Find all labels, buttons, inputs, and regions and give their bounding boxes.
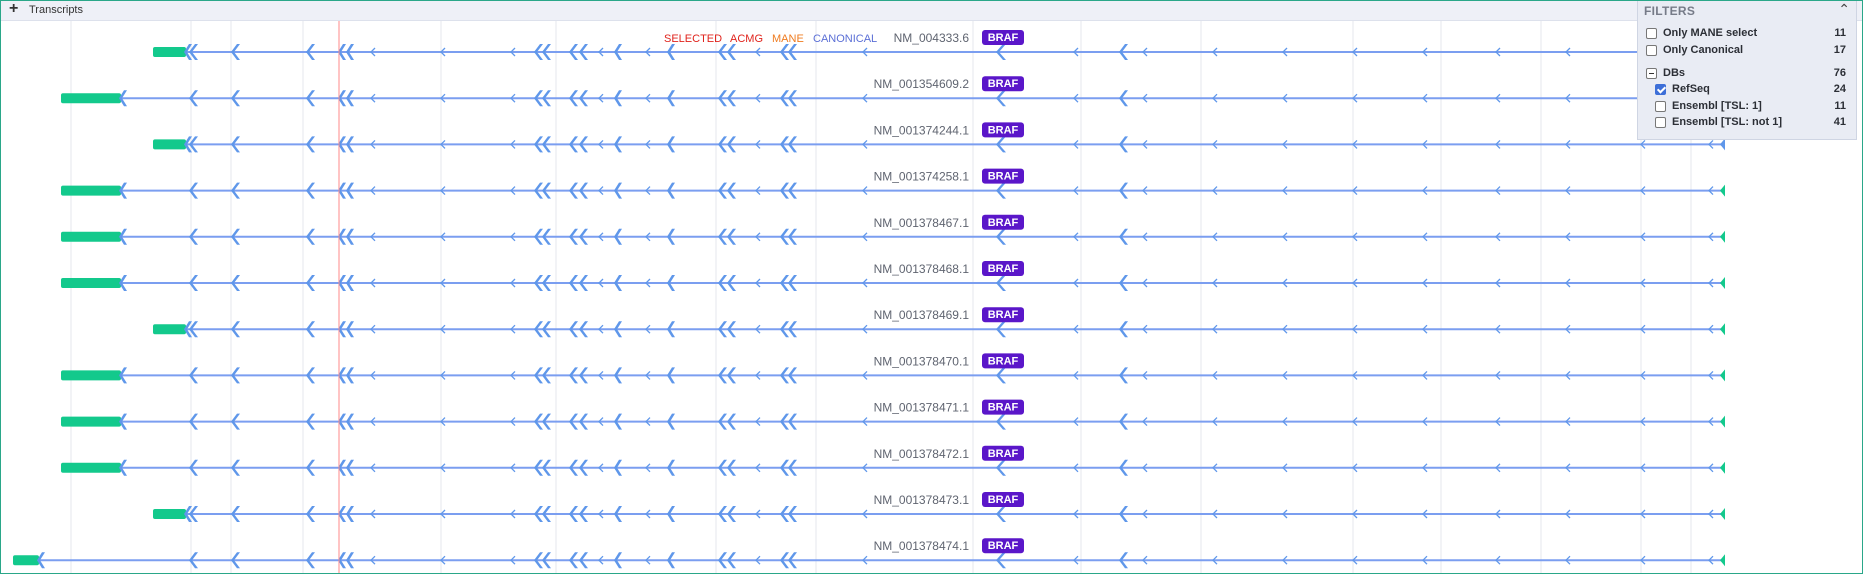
- transcript-end: [1720, 277, 1725, 289]
- gene-badge-label: BRAF: [988, 171, 1019, 183]
- filter-checkbox[interactable]: [1646, 45, 1657, 56]
- utr-block: [61, 185, 121, 196]
- filter-label: RefSeq: [1672, 83, 1710, 95]
- transcript-id[interactable]: NM_001378472.1: [874, 447, 970, 461]
- gene-badge-label: BRAF: [988, 402, 1019, 414]
- gene-badge-label: BRAF: [988, 355, 1019, 367]
- transcript-id[interactable]: NM_001374258.1: [874, 170, 970, 184]
- utr-block: [153, 509, 186, 519]
- utr-block: [153, 324, 186, 335]
- gene-badge-label: BRAF: [988, 540, 1019, 552]
- transcript-end: [1720, 138, 1725, 151]
- transcript-end: [1720, 230, 1725, 243]
- gene-badge-label: BRAF: [988, 124, 1019, 136]
- utr-block: [153, 47, 186, 57]
- utr-block: [153, 139, 186, 150]
- filter-count: 76: [1833, 67, 1846, 79]
- filter-count: 11: [1834, 100, 1846, 112]
- filter-count: 11: [1834, 27, 1846, 39]
- transcript-id[interactable]: NM_001354609.2: [874, 77, 970, 91]
- transcript-id[interactable]: NM_001374244.1: [874, 123, 970, 137]
- filter-row[interactable]: DBs 76: [1646, 67, 1846, 81]
- tag-mane: MANE: [772, 33, 804, 45]
- gene-badge-label: BRAF: [988, 263, 1019, 275]
- transcript-end: [1720, 369, 1725, 382]
- filter-label: Ensembl [TSL: not 1]: [1672, 116, 1782, 128]
- filter-checkbox[interactable]: [1646, 68, 1657, 79]
- transcript-end: [1720, 415, 1725, 428]
- filter-label: Only MANE select: [1663, 27, 1758, 39]
- gene-badge-label: BRAF: [988, 309, 1019, 321]
- transcript-end: [1720, 323, 1725, 336]
- filter-row[interactable]: RefSeq 24: [1655, 83, 1846, 97]
- filter-checkbox[interactable]: [1646, 28, 1657, 39]
- filter-checkbox[interactable]: [1655, 101, 1666, 112]
- utr-block: [61, 93, 121, 104]
- transcript-id[interactable]: NM_001378474.1: [874, 539, 970, 553]
- transcripts-panel: + Transcripts NM_004333.6 BRAF NM_00135460…: [0, 0, 1863, 574]
- tag-selected: SELECTED: [664, 33, 722, 45]
- utr-block: [13, 555, 39, 566]
- transcript-end: [1720, 508, 1725, 520]
- gene-badge-label: BRAF: [988, 32, 1019, 44]
- gene-badge-label: BRAF: [988, 217, 1019, 229]
- plus-icon[interactable]: +: [9, 1, 18, 18]
- filter-label: Only Canonical: [1663, 44, 1744, 56]
- filter-row[interactable]: Only Canonical 17: [1646, 44, 1846, 58]
- chevron-up-icon[interactable]: ⌃: [1838, 1, 1850, 18]
- utr-block: [61, 278, 121, 288]
- transcript-id[interactable]: NM_001378471.1: [874, 401, 970, 415]
- filter-row[interactable]: Ensembl [TSL: not 1] 41: [1655, 116, 1846, 130]
- panel-title: Transcripts: [29, 4, 83, 16]
- gene-badge-label: BRAF: [988, 78, 1019, 90]
- transcript-id[interactable]: NM_001378467.1: [874, 216, 970, 230]
- transcript-id[interactable]: NM_001378470.1: [874, 354, 970, 368]
- filter-count: 24: [1833, 83, 1846, 95]
- transcript-end: [1720, 554, 1725, 567]
- panel-header: + Transcripts: [1, 1, 1862, 21]
- filters-panel: FILTERS ⌃ Only MANE select 11 Only Canonic…: [1637, 1, 1857, 140]
- filter-count: 17: [1833, 44, 1846, 56]
- filters-title: FILTERS: [1644, 4, 1696, 18]
- transcript-id[interactable]: NM_001378469.1: [874, 308, 970, 322]
- filter-count: 41: [1833, 116, 1846, 128]
- filter-label: DBs: [1663, 67, 1686, 79]
- tag-acmg: ACMG: [730, 33, 763, 45]
- transcript-end: [1720, 184, 1725, 197]
- utr-block: [61, 416, 121, 427]
- transcript-id[interactable]: NM_001378468.1: [874, 262, 970, 276]
- transcript-track: NM_004333.6 BRAF NM_001354609.2 BRAF NM_0013…: [13, 21, 1725, 573]
- utr-block: [61, 231, 121, 242]
- filter-row[interactable]: Ensembl [TSL: 1] 11: [1655, 100, 1846, 114]
- utr-block: [61, 462, 121, 473]
- transcript-end: [1720, 461, 1725, 474]
- filter-checkbox[interactable]: [1655, 84, 1666, 95]
- utr-block: [61, 370, 121, 381]
- filter-checkbox[interactable]: [1655, 117, 1666, 128]
- filter-row[interactable]: Only MANE select 11: [1646, 27, 1846, 41]
- gene-badge-label: BRAF: [988, 494, 1019, 506]
- transcript-id[interactable]: NM_001378473.1: [874, 493, 970, 507]
- transcript-id[interactable]: NM_004333.6: [894, 31, 970, 45]
- tag-canonical: CANONICAL: [813, 33, 877, 45]
- filter-label: Ensembl [TSL: 1]: [1672, 100, 1762, 112]
- gene-badge-label: BRAF: [988, 448, 1019, 460]
